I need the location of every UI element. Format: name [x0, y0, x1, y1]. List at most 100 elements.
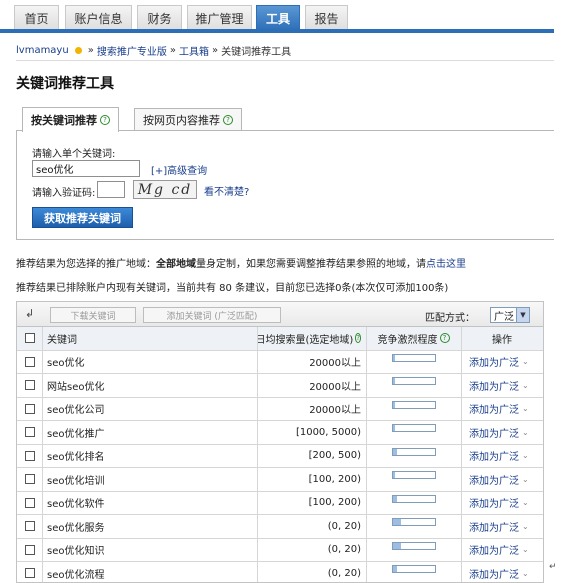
- row-search-volume: (0, 20): [327, 520, 361, 532]
- competition-bar-fill: [392, 448, 397, 455]
- chevron-down-icon[interactable]: ⌄: [522, 522, 529, 531]
- row-search-volume: [100, 200): [308, 473, 361, 485]
- row-checkbox[interactable]: [25, 356, 35, 367]
- add-as-broad-link[interactable]: 添加为广泛: [469, 542, 519, 557]
- table-row: seo优化知识 (0, 20) 添加为广泛 ⌄: [17, 539, 543, 562]
- row-keyword: seo优化推广: [47, 428, 105, 440]
- tab-home[interactable]: 首页: [14, 5, 59, 30]
- match-type-value: 广泛: [494, 311, 514, 323]
- competition-bar: [391, 447, 436, 456]
- add-as-broad-link[interactable]: 添加为广泛: [469, 354, 519, 369]
- row-checkbox[interactable]: [25, 521, 35, 532]
- chevron-down-icon[interactable]: ⌄: [522, 475, 529, 484]
- chevron-down-icon[interactable]: ⌄: [522, 428, 529, 437]
- breadcrumb-search-promotion[interactable]: 搜索推广专业版: [97, 43, 167, 58]
- region-note-prefix: 推荐结果为您选择的推广地域：: [16, 259, 156, 270]
- row-keyword: seo优化公司: [47, 405, 105, 417]
- row-search-volume: [100, 200): [308, 497, 361, 509]
- chevron-down-icon[interactable]: ⌄: [522, 357, 529, 366]
- table-row: seo优化培训 [100, 200) 添加为广泛 ⌄: [17, 468, 543, 492]
- competition-bar: [391, 518, 436, 526]
- row-search-volume: [200, 500): [308, 450, 361, 462]
- row-keyword: seo优化服务: [47, 522, 105, 534]
- chevron-down-icon[interactable]: ⌄: [522, 498, 529, 507]
- competition-bar: [391, 377, 436, 385]
- help-icon[interactable]: ?: [439, 333, 450, 344]
- row-checkbox[interactable]: [25, 568, 35, 579]
- competition-bar-fill: [392, 542, 401, 549]
- chevron-down-icon[interactable]: ⌄: [522, 451, 529, 460]
- tab-account-info[interactable]: 账户信息: [65, 5, 132, 30]
- row-keyword: seo优化软件: [47, 499, 105, 511]
- region-note: 推荐结果为您选择的推广地域：全部地域量身定制，如果您需要调整推荐结果参照的地域，…: [16, 255, 466, 270]
- competition-bar: [391, 424, 436, 432]
- add-as-broad-link[interactable]: 添加为广泛: [469, 495, 519, 510]
- row-checkbox[interactable]: [25, 450, 35, 461]
- row-search-volume: 20000以上: [309, 358, 361, 370]
- region-note-mid: 量身定制，如果您需要调整推荐结果参照的地域，请: [196, 259, 426, 270]
- row-search-volume: [1000, 5000): [295, 426, 361, 438]
- add-as-broad-link[interactable]: 添加为广泛: [469, 448, 519, 463]
- column-header-volume[interactable]: 日均搜索量(选定地域): [257, 331, 353, 346]
- divider: [16, 60, 554, 61]
- page-title: 关键词推荐工具: [16, 76, 114, 92]
- select-all-checkbox[interactable]: [25, 333, 35, 344]
- sort-icon[interactable]: ↲: [25, 307, 34, 320]
- row-checkbox[interactable]: [25, 497, 35, 508]
- chevron-down-icon[interactable]: ⌄: [522, 381, 529, 390]
- keyword-input[interactable]: [32, 160, 140, 177]
- row-checkbox[interactable]: [25, 474, 35, 485]
- help-icon[interactable]: ?: [355, 333, 361, 344]
- competition-bar: [391, 400, 436, 409]
- competition-bar-fill: [392, 566, 397, 572]
- row-checkbox[interactable]: [25, 380, 35, 391]
- table-header-row: 关键词 日均搜索量(选定地域)? 竞争激烈程度? 操作: [17, 327, 543, 351]
- row-keyword: 网站seo优化: [47, 381, 105, 393]
- column-header-competition[interactable]: 竞争激烈程度: [378, 331, 438, 346]
- breadcrumb-separator: »: [169, 45, 176, 56]
- row-keyword: seo优化排名: [47, 452, 105, 464]
- row-checkbox[interactable]: [25, 544, 35, 555]
- advanced-query-link[interactable]: [+]高级查询: [151, 162, 207, 177]
- chevron-down-icon[interactable]: ⌄: [522, 545, 529, 554]
- chevron-down-icon[interactable]: ⌄: [522, 569, 529, 578]
- tab-reports[interactable]: 报告: [305, 5, 348, 30]
- tab-promotion-management[interactable]: 推广管理: [187, 5, 252, 30]
- get-recommendations-button[interactable]: 获取推荐关键词: [32, 207, 133, 228]
- row-checkbox[interactable]: [25, 403, 35, 414]
- tab-recommend-by-keyword[interactable]: 按关键词推荐 ?: [22, 107, 119, 132]
- breadcrumb-separator: »: [87, 45, 94, 56]
- add-as-broad-link[interactable]: 添加为广泛: [469, 401, 519, 416]
- tab-tools[interactable]: 工具: [256, 5, 300, 30]
- add-as-broad-link[interactable]: 添加为广泛: [469, 566, 519, 581]
- refresh-captcha-link[interactable]: 看不清楚?: [204, 183, 249, 198]
- breadcrumb-user[interactable]: lvmamayu: [16, 45, 69, 56]
- row-keyword: seo优化: [47, 358, 85, 370]
- add-as-broad-link[interactable]: 添加为广泛: [469, 378, 519, 393]
- add-as-broad-link[interactable]: 添加为广泛: [469, 425, 519, 440]
- row-keyword: seo优化流程: [47, 569, 105, 581]
- change-region-link[interactable]: 点击这里: [426, 259, 466, 270]
- add-as-broad-link[interactable]: 添加为广泛: [469, 472, 519, 487]
- table-row: seo优化服务 (0, 20) 添加为广泛 ⌄: [17, 515, 543, 539]
- add-keywords-button[interactable]: 添加关键词 (广泛匹配): [143, 307, 281, 323]
- chevron-down-icon: ▼: [516, 308, 529, 322]
- match-type-select[interactable]: 广泛 ▼: [490, 307, 530, 323]
- chevron-down-icon[interactable]: ⌄: [522, 404, 529, 413]
- tab-finance[interactable]: 财务: [137, 5, 182, 30]
- download-keywords-button[interactable]: 下载关键词: [50, 307, 136, 323]
- captcha-input[interactable]: [97, 181, 125, 198]
- column-header-keyword[interactable]: 关键词: [47, 331, 77, 346]
- add-as-broad-link[interactable]: 添加为广泛: [469, 519, 519, 534]
- help-icon[interactable]: ?: [100, 115, 110, 125]
- competition-bar-fill: [392, 472, 395, 478]
- help-icon[interactable]: ?: [223, 114, 233, 125]
- competition-bar: [391, 565, 436, 573]
- competition-bar: [391, 471, 436, 479]
- row-checkbox[interactable]: [25, 427, 35, 438]
- nav-underline: [0, 29, 554, 33]
- tab-recommend-by-webpage[interactable]: 按网页内容推荐 ?: [134, 108, 242, 130]
- breadcrumb: lvmamayu » 搜索推广专业版 » 工具箱 » 关键词推荐工具: [16, 43, 291, 58]
- breadcrumb-toolbox[interactable]: 工具箱: [179, 43, 209, 58]
- table-row: 网站seo优化 20000以上 添加为广泛 ⌄: [17, 374, 543, 398]
